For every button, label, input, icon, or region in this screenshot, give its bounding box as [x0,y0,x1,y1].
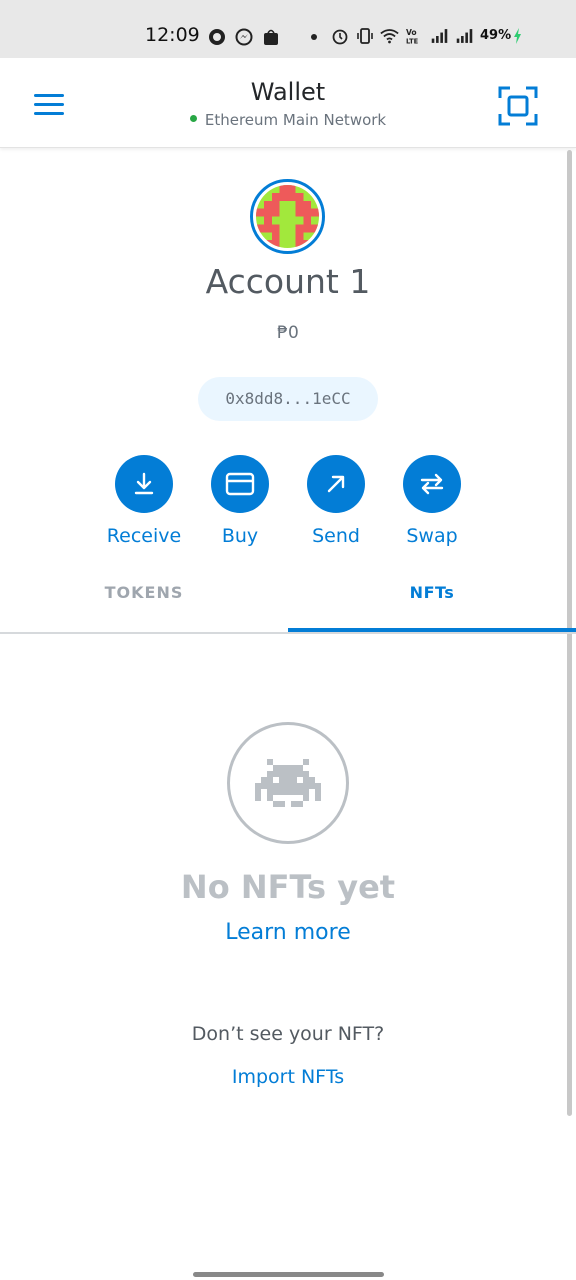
tab-nfts[interactable]: NFTs [288,572,576,632]
tab-divider [0,632,576,634]
network-label: Ethereum Main Network [204,111,387,129]
swap-arrows-icon [403,455,461,513]
learn-more-link[interactable]: Learn more [0,920,576,945]
notification-icons [207,27,323,46]
network-status-dot [189,115,197,122]
status-time: 12:09 [145,24,200,46]
shopee-icon [261,27,280,46]
space-invader-icon [227,722,349,844]
app-header: Wallet Ethereum Main Network [0,58,576,148]
active-tab-indicator [288,628,576,632]
svg-text:Vo: Vo [406,28,417,37]
qr-scan-icon[interactable] [498,86,538,126]
send-button[interactable]: Send [286,455,386,547]
download-arrow-icon [115,455,173,513]
tab-tokens[interactable]: TOKENS [0,572,288,632]
dot-icon [304,27,323,46]
receive-button[interactable]: Receive [94,455,194,547]
card-icon [211,455,269,513]
status-bar: 12:09 Vo LTE 49% [0,0,576,58]
network-selector[interactable]: Ethereum Main Network [0,111,576,129]
whatsapp-icon [207,27,226,46]
import-nfts-link[interactable]: Import NFTs [0,1066,576,1088]
account-name[interactable]: Account 1 [0,262,576,301]
messenger-icon [234,27,253,46]
volte-icon: Vo LTE [405,26,424,45]
empty-state-title: No NFTs yet [180,868,396,906]
battery-percent: 49% [480,28,512,43]
receive-label: Receive [106,525,182,547]
send-label: Send [312,525,360,547]
buy-button[interactable]: Buy [190,455,290,547]
vibrate-icon [355,26,374,45]
system-icons: Vo LTE 49% [330,26,522,45]
wifi-icon [380,26,399,45]
signal-icon [455,26,474,45]
buy-label: Buy [221,525,259,547]
account-avatar[interactable] [250,179,325,254]
charging-icon [514,27,522,44]
dont-see-nft-text: Don’t see your NFT? [191,1023,385,1045]
alarm-icon [330,26,349,45]
identicon [256,185,319,248]
battery-indicator: 49% [480,27,522,44]
page-title: Wallet [250,78,326,106]
swap-button[interactable]: Swap [382,455,482,547]
signal-icon [430,26,449,45]
svg-text:LTE: LTE [406,37,419,44]
arrow-up-right-icon [307,455,365,513]
account-balance: ₱0 [277,323,299,343]
home-indicator[interactable] [193,1272,384,1277]
swap-label: Swap [406,525,458,547]
account-address-button[interactable]: 0x8dd8...1eCC [198,377,378,421]
